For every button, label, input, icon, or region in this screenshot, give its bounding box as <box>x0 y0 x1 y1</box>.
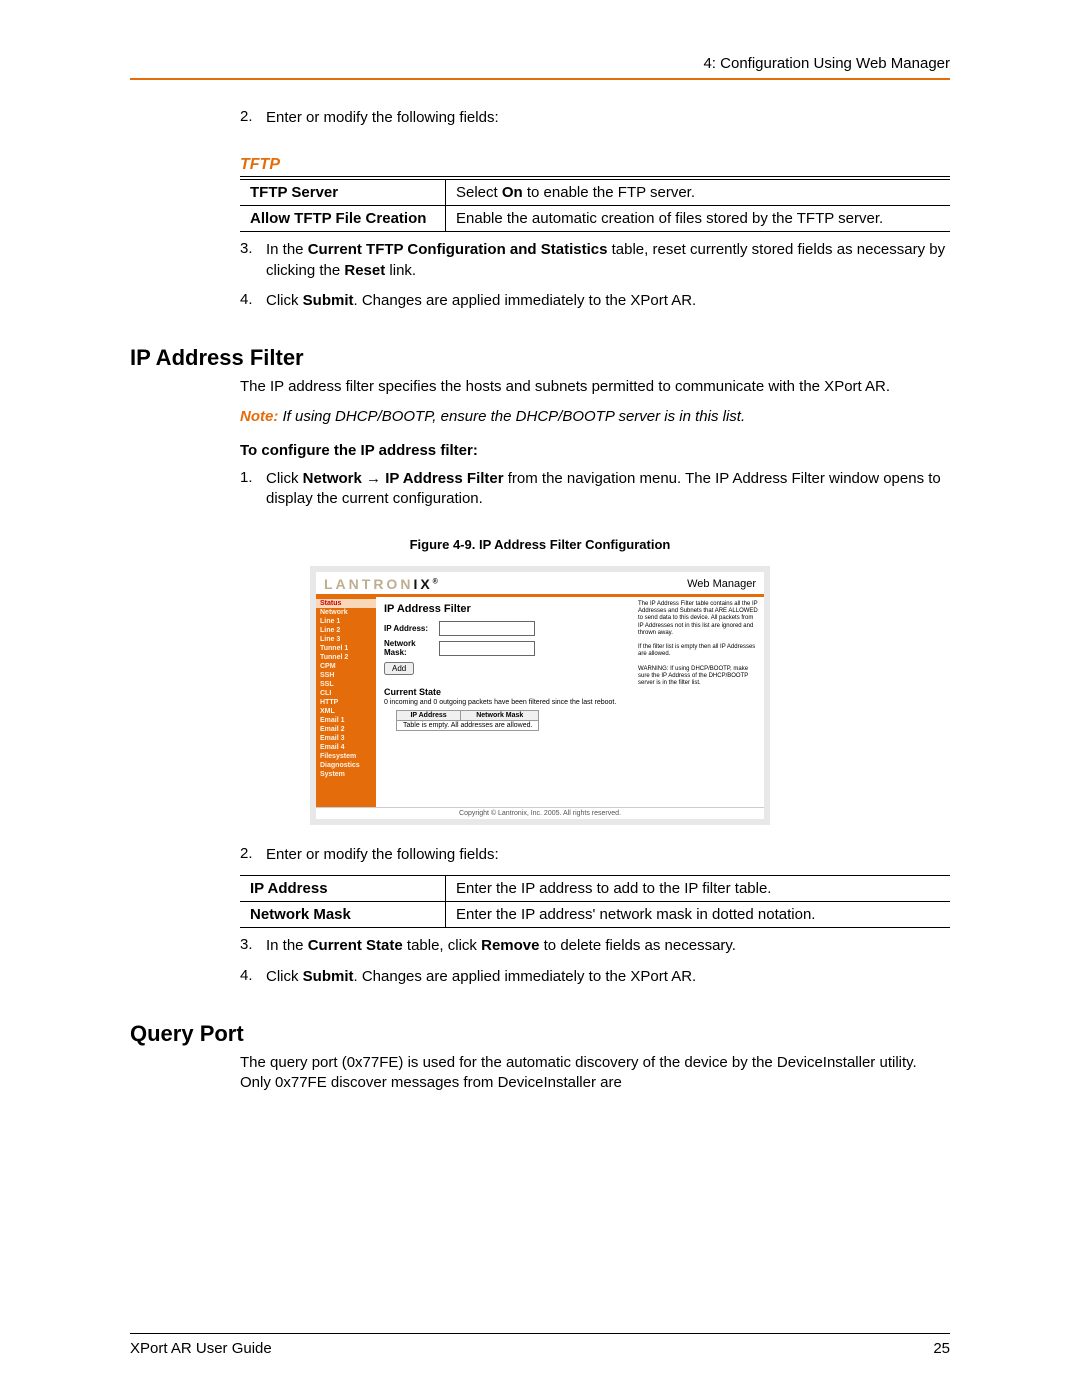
list-item: 2. Enter or modify the following fields: <box>240 845 950 865</box>
option-desc: Enable the automatic creation of files s… <box>446 206 951 232</box>
web-manager-label: Web Manager <box>687 578 756 590</box>
network-mask-label: Network Mask: <box>384 639 439 657</box>
page-number: 25 <box>933 1340 950 1357</box>
list-item: 3. In the Current TFTP Configuration and… <box>240 240 950 281</box>
list-text: Enter or modify the following fields: <box>266 845 950 865</box>
sidebar-item-line2[interactable]: Line 2 <box>316 626 376 635</box>
body-text: The query port (0x77FE) is used for the … <box>240 1053 950 1094</box>
sidebar-item-ssh[interactable]: SSH <box>316 671 376 680</box>
procedure-heading: To configure the IP address filter: <box>240 442 950 459</box>
table-row: Network Mask Enter the IP address' netwo… <box>240 902 950 928</box>
sidebar-item-cli[interactable]: CLI <box>316 689 376 698</box>
list-number: 4. <box>240 967 266 987</box>
table-empty-text: Table is empty. All addresses are allowe… <box>397 721 539 731</box>
page-footer: XPort AR User Guide 25 <box>130 1333 950 1357</box>
sidebar-item-filesystem[interactable]: Filesystem <box>316 752 376 761</box>
screenshot-sidebar: Status Network Line 1 Line 2 Line 3 Tunn… <box>316 597 376 807</box>
sidebar-item-email1[interactable]: Email 1 <box>316 716 376 725</box>
current-state-table: IP Address Network Mask Table is empty. … <box>396 710 539 731</box>
sidebar-item-email3[interactable]: Email 3 <box>316 734 376 743</box>
query-port-heading: Query Port <box>130 1021 950 1047</box>
option-desc: Enter the IP address to add to the IP fi… <box>446 876 951 902</box>
list-item: 1. Click Network → IP Address Filter fro… <box>240 469 950 510</box>
list-text: In the Current TFTP Configuration and St… <box>266 240 950 281</box>
option-desc: Enter the IP address' network mask in do… <box>446 902 951 928</box>
packets-text: 0 incoming and 0 outgoing packets have b… <box>384 699 624 706</box>
lantronix-logo: LANTRONIX® <box>324 576 441 592</box>
list-number: 1. <box>240 469 266 510</box>
sidebar-item-ssl[interactable]: SSL <box>316 680 376 689</box>
col-ip-address: IP Address <box>397 711 461 721</box>
list-number: 3. <box>240 936 266 956</box>
list-number: 3. <box>240 240 266 281</box>
sidebar-item-email4[interactable]: Email 4 <box>316 743 376 752</box>
list-item: 4. Click Submit. Changes are applied imm… <box>240 967 950 987</box>
option-label: IP Address <box>240 876 446 902</box>
screenshot-title: IP Address Filter <box>384 603 624 615</box>
current-state-heading: Current State <box>384 687 624 697</box>
list-number: 2. <box>240 845 266 865</box>
sidebar-item-xml[interactable]: XML <box>316 707 376 716</box>
option-desc: Select On to enable the FTP server. <box>446 180 951 206</box>
sidebar-item-email2[interactable]: Email 2 <box>316 725 376 734</box>
sidebar-item-tunnel2[interactable]: Tunnel 2 <box>316 653 376 662</box>
note-text: Note: If using DHCP/BOOTP, ensure the DH… <box>240 407 950 427</box>
list-text: Click Network → IP Address Filter from t… <box>266 469 950 510</box>
figure-screenshot: LANTRONIX® Web Manager Status Network Li… <box>130 566 950 825</box>
option-label: Allow TFTP File Creation <box>240 206 446 232</box>
sidebar-item-diagnostics[interactable]: Diagnostics <box>316 761 376 770</box>
figure-caption: Figure 4-9. IP Address Filter Configurat… <box>130 537 950 552</box>
copyright-text: Copyright © Lantronix, Inc. 2005. All ri… <box>316 807 764 819</box>
ipfilter-options-table: IP Address Enter the IP address to add t… <box>240 875 950 928</box>
footer-title: XPort AR User Guide <box>130 1340 272 1357</box>
list-item: 4. Click Submit. Changes are applied imm… <box>240 291 950 311</box>
sidebar-item-line3[interactable]: Line 3 <box>316 635 376 644</box>
sidebar-item-cpm[interactable]: CPM <box>316 662 376 671</box>
list-number: 4. <box>240 291 266 311</box>
list-item: 2. Enter or modify the following fields: <box>240 108 950 128</box>
sidebar-item-system[interactable]: System <box>316 770 376 779</box>
list-number: 2. <box>240 108 266 128</box>
network-mask-input[interactable] <box>439 641 535 656</box>
list-text: Enter or modify the following fields: <box>266 108 950 128</box>
list-item: 3. In the Current State table, click Rem… <box>240 936 950 956</box>
arrow-icon: → <box>362 470 385 487</box>
sidebar-item-line1[interactable]: Line 1 <box>316 617 376 626</box>
option-label: TFTP Server <box>240 180 446 206</box>
note-label: Note: <box>240 408 278 425</box>
col-network-mask: Network Mask <box>461 711 539 721</box>
table-row: TFTP Server Select On to enable the FTP … <box>240 180 950 206</box>
option-label: Network Mask <box>240 902 446 928</box>
sidebar-item-network[interactable]: Network <box>316 608 376 617</box>
tftp-subheading: TFTP <box>240 156 950 177</box>
table-row: IP Address Enter the IP address to add t… <box>240 876 950 902</box>
body-text: The IP address filter specifies the host… <box>240 377 950 397</box>
list-text: In the Current State table, click Remove… <box>266 936 950 956</box>
tftp-options-table: TFTP Server Select On to enable the FTP … <box>240 179 950 232</box>
table-row: Allow TFTP File Creation Enable the auto… <box>240 206 950 232</box>
ip-address-label: IP Address: <box>384 624 439 633</box>
ip-address-input[interactable] <box>439 621 535 636</box>
sidebar-item-status[interactable]: Status <box>316 599 376 608</box>
add-button[interactable]: Add <box>384 662 414 675</box>
help-panel: The IP Address Filter table contains all… <box>632 597 764 807</box>
ip-address-filter-heading: IP Address Filter <box>130 345 950 371</box>
sidebar-item-http[interactable]: HTTP <box>316 698 376 707</box>
list-text: Click Submit. Changes are applied immedi… <box>266 967 950 987</box>
list-text: Click Submit. Changes are applied immedi… <box>266 291 950 311</box>
sidebar-item-tunnel1[interactable]: Tunnel 1 <box>316 644 376 653</box>
page-header: 4: Configuration Using Web Manager <box>130 55 950 80</box>
